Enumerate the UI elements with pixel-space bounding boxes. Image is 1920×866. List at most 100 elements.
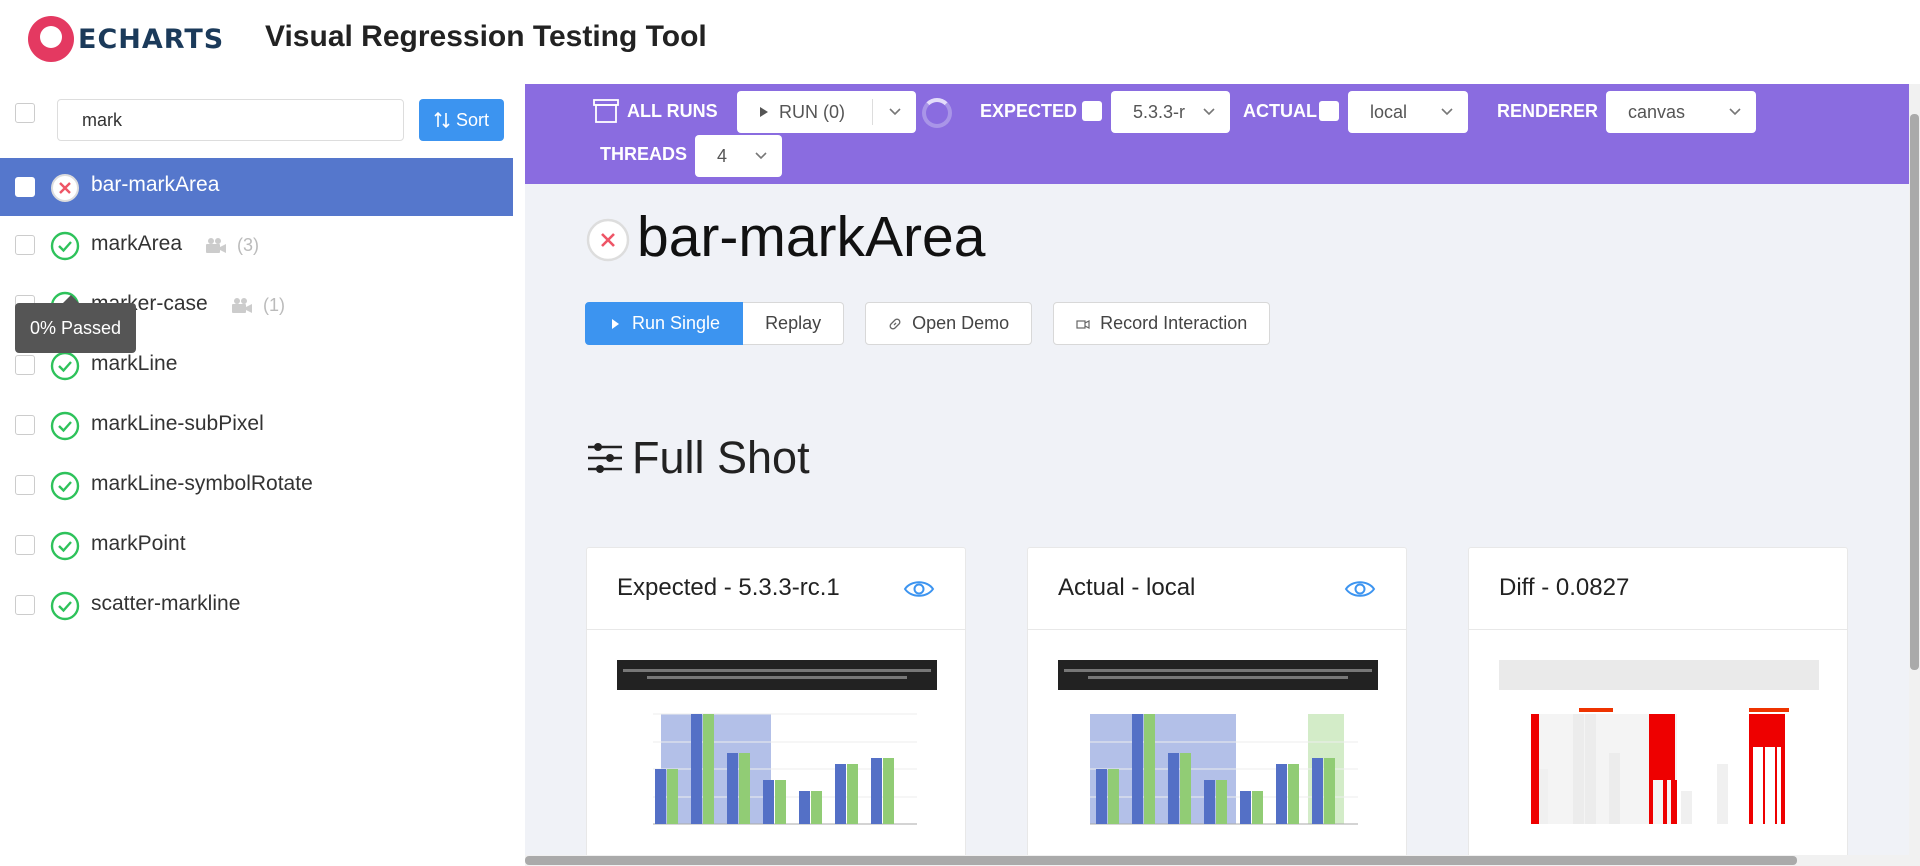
renderer-select[interactable]: canvas [1606, 91, 1756, 133]
case-checkbox[interactable] [15, 415, 35, 435]
fail-status-icon [586, 218, 630, 262]
open-demo-button[interactable]: Open Demo [865, 302, 1033, 345]
list-item[interactable]: markArea (3) [0, 216, 513, 276]
chevron-down-icon [1729, 108, 1741, 116]
play-icon [760, 107, 768, 117]
case-name: markLine-symbolRotate [91, 472, 313, 495]
case-list: bar-markArea markArea (3) marker-case (1… [0, 158, 513, 636]
case-name: scatter-markline [91, 592, 241, 615]
card-header: Expected - 5.3.3-rc.1 [587, 548, 965, 630]
record-interaction-button[interactable]: Record Interaction [1053, 302, 1271, 345]
chart-thumbnail [1058, 660, 1378, 825]
case-name: markLine-subPixel [91, 412, 264, 435]
sidebar: Sort bar-markArea markArea (3) marker-ca… [0, 84, 525, 866]
loading-spinner [922, 98, 952, 128]
actual-version-value: local [1370, 101, 1408, 122]
recordings-badge: (1) [231, 295, 285, 316]
replay-label: Replay [765, 313, 822, 333]
chevron-down-icon [1441, 108, 1453, 116]
video-camera-icon [206, 237, 226, 253]
main-panel: ALL RUNS RUN (0) EXPECTED 5.3.3-r ACTUAL… [525, 84, 1909, 866]
list-item[interactable]: markLine-symbolRotate [0, 456, 513, 516]
vertical-scrollbar[interactable] [1909, 84, 1920, 866]
recordings-badge: (3) [205, 235, 259, 256]
replay-button[interactable]: Replay [743, 302, 845, 345]
link-icon [889, 318, 901, 329]
list-item[interactable]: bar-markArea [0, 158, 513, 216]
run-single-label: Run Single [632, 313, 721, 333]
case-checkbox[interactable] [15, 177, 35, 197]
threads-label: THREADS [600, 144, 688, 164]
run-toolbar: ALL RUNS RUN (0) EXPECTED 5.3.3-r ACTUAL… [525, 84, 1909, 184]
play-icon [612, 318, 619, 329]
chevron-down-icon [755, 152, 767, 160]
actual-screenshot[interactable] [1058, 660, 1378, 866]
search-input[interactable] [57, 99, 404, 141]
actual-label: ACTUAL [1243, 101, 1317, 121]
video-camera-icon [1076, 319, 1090, 329]
all-runs-link[interactable]: ALL RUNS [627, 101, 718, 122]
threads-select[interactable]: 4 [695, 135, 782, 177]
card-header: Diff - 0.0827 [1469, 548, 1847, 630]
case-name: markLine [91, 352, 178, 375]
section-title-text: Full Shot [632, 432, 810, 483]
threads-value: 4 [717, 145, 728, 166]
logo-text: ECHARTS [78, 23, 225, 55]
app-header: ECHARTS Visual Regression Testing Tool [0, 0, 1920, 84]
horizontal-scrollbar-thumb[interactable] [525, 856, 1797, 865]
card-header: Actual - local [1028, 548, 1406, 630]
fail-status-icon [51, 174, 79, 202]
sliders-icon [588, 443, 622, 473]
actual-version-select[interactable]: local [1348, 91, 1468, 133]
actual-checkbox[interactable] [1319, 101, 1339, 121]
expected-version-value: 5.3.3-r [1133, 101, 1186, 122]
expected-label: EXPECTED [980, 101, 1078, 121]
archive-box-icon [593, 99, 619, 123]
run-single-button[interactable]: Run Single [585, 302, 744, 345]
open-demo-label: Open Demo [912, 313, 1010, 333]
expected-version-select[interactable]: 5.3.3-r [1111, 91, 1230, 133]
case-checkbox[interactable] [15, 475, 35, 495]
expected-checkbox[interactable] [1082, 101, 1102, 121]
action-buttons: Run Single Replay Open Demo Record Inter… [585, 302, 1271, 345]
sort-button[interactable]: Sort [419, 99, 504, 141]
recordings-count: (3) [237, 235, 259, 255]
app-title: Visual Regression Testing Tool [265, 20, 707, 53]
pass-status-icon [50, 411, 80, 441]
pass-status-icon [50, 231, 80, 261]
case-checkbox[interactable] [15, 535, 35, 555]
record-interaction-label: Record Interaction [1100, 313, 1248, 333]
horizontal-scrollbar[interactable] [525, 855, 1909, 866]
actual-card: Actual - local [1027, 547, 1407, 866]
select-all-checkbox[interactable] [15, 103, 35, 123]
section-title: Full Shot [586, 432, 810, 484]
case-checkbox[interactable] [15, 235, 35, 255]
echarts-logo-mark [28, 16, 74, 62]
list-item[interactable]: markLine-subPixel [0, 396, 513, 456]
expected-screenshot[interactable] [617, 660, 937, 866]
divider [872, 99, 873, 125]
recordings-count: (1) [263, 295, 285, 315]
card-title: Expected - 5.3.3-rc.1 [617, 574, 840, 601]
case-checkbox[interactable] [15, 355, 35, 375]
echarts-logo: ECHARTS [28, 16, 224, 62]
case-name: markArea [91, 232, 183, 255]
case-checkbox[interactable] [15, 595, 35, 615]
case-name: markPoint [91, 532, 186, 555]
list-item[interactable]: markPoint [0, 516, 513, 576]
case-title: bar-markArea [637, 205, 986, 269]
run-button[interactable]: RUN (0) [737, 91, 916, 133]
list-item[interactable]: scatter-markline [0, 576, 513, 636]
sort-label: Sort [455, 109, 489, 130]
eye-icon[interactable] [1344, 578, 1376, 600]
card-title: Actual - local [1058, 574, 1196, 601]
vertical-scrollbar-thumb[interactable] [1910, 114, 1919, 670]
video-camera-icon [232, 297, 252, 313]
chevron-down-icon [889, 108, 901, 116]
eye-icon[interactable] [903, 578, 935, 600]
pass-status-icon [50, 351, 80, 381]
card-title: Diff - 0.0827 [1499, 574, 1630, 601]
diff-screenshot[interactable] [1499, 660, 1819, 866]
case-name: bar-markArea [91, 173, 220, 196]
diff-card: Diff - 0.0827 [1468, 547, 1848, 866]
